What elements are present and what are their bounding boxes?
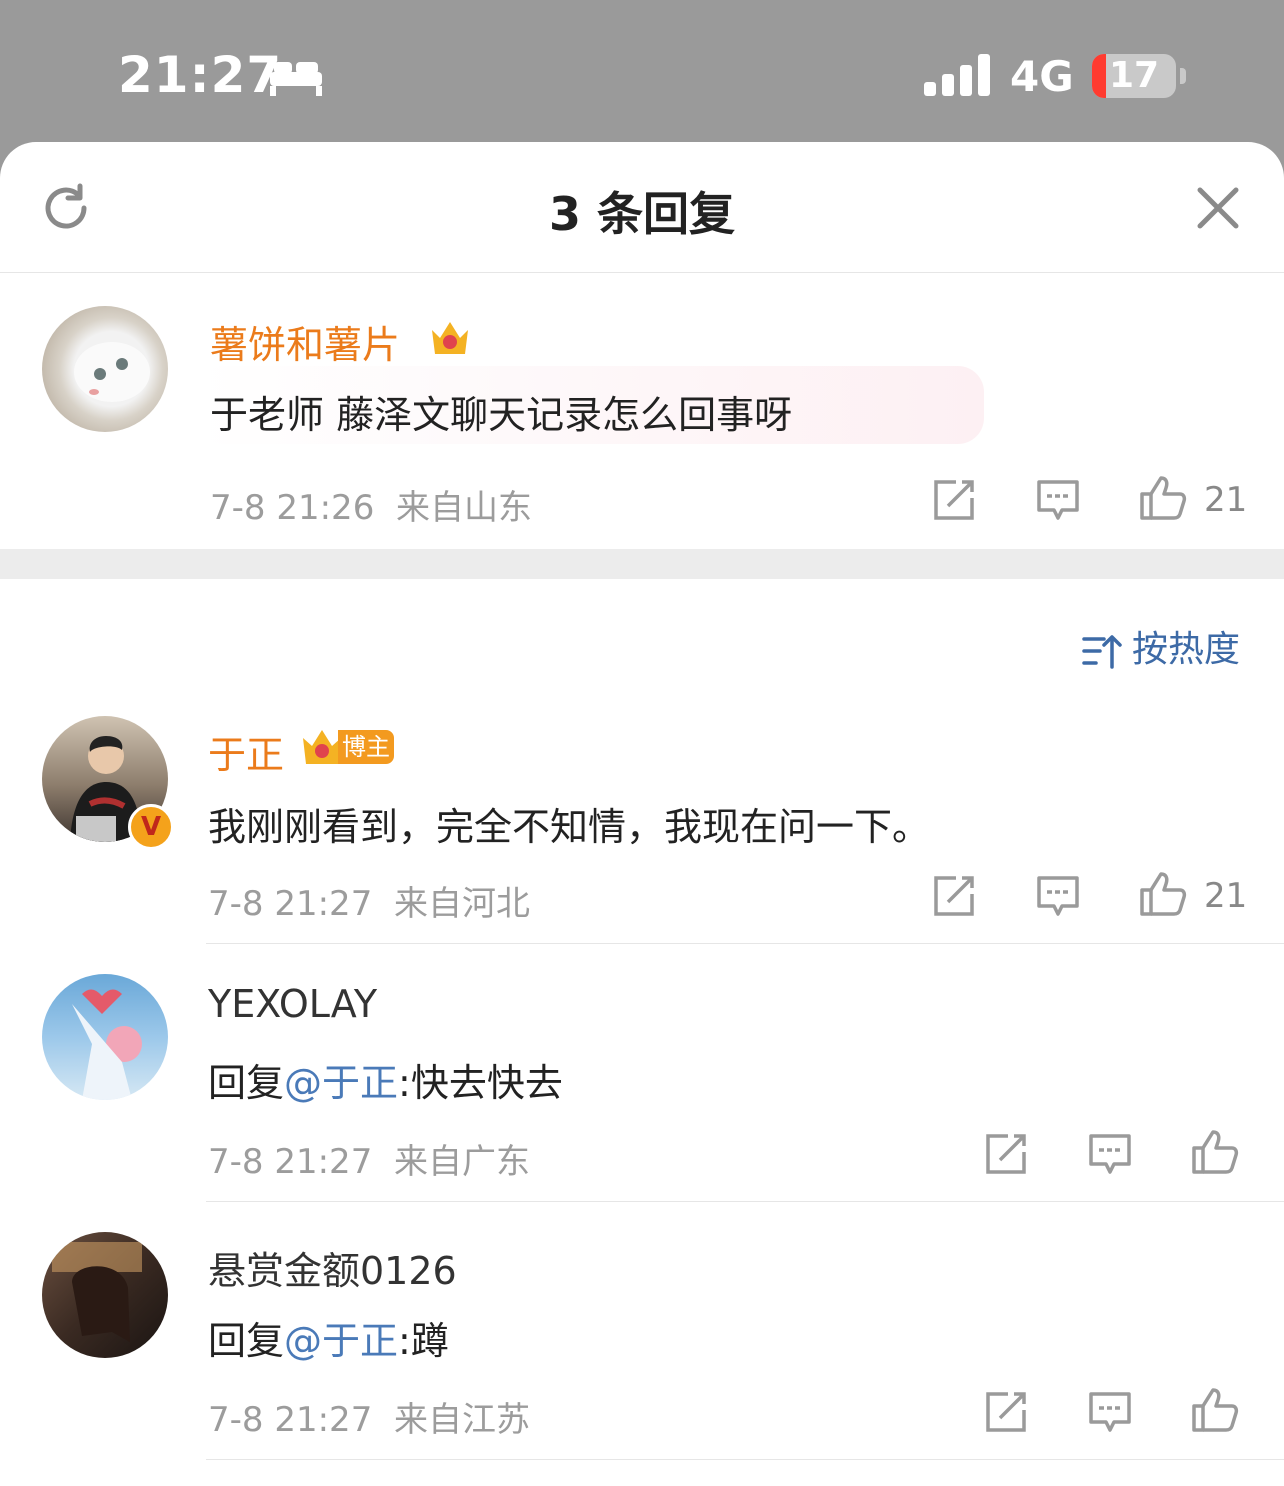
blogger-badge-label: 博主 (338, 730, 394, 764)
reply-text: 我刚刚看到，完全不知情，我现在问一下。 (208, 805, 931, 849)
like-count: 21 (1204, 480, 1248, 520)
comment-location: 来自山东 (395, 488, 532, 528)
battery-indicator: 17 (1092, 54, 1176, 98)
reply-author[interactable]: YEXOLAY (208, 982, 377, 1026)
comment-text: 于老师 藤泽文聊天记录怎么回事呀 (210, 393, 793, 437)
divider (206, 1459, 1284, 1460)
reply-location: 来自河北 (393, 884, 530, 924)
sleep-bed-icon (270, 62, 322, 96)
verified-badge: V (128, 804, 174, 850)
avatar[interactable] (42, 974, 168, 1100)
comment-icon[interactable] (1036, 874, 1080, 918)
repost-icon[interactable] (984, 1390, 1028, 1434)
reply-time: 7-8 21:27 (208, 1400, 373, 1440)
cat-photo (74, 342, 150, 402)
like-count: 21 (1204, 876, 1248, 916)
comment-icon[interactable] (1088, 1132, 1132, 1176)
comment-icon[interactable] (1088, 1390, 1132, 1434)
replies-sheet: 3 条回复 薯饼和薯片 于老师 藤泽文聊天记录怎么回事呀 7-8 21:26 来… (0, 142, 1284, 1486)
crown-icon (432, 322, 468, 354)
mention-link[interactable]: @于正 (284, 1319, 398, 1363)
reply-body: :快去快去 (398, 1061, 563, 1105)
comment-author[interactable]: 薯饼和薯片 (210, 314, 400, 369)
reply-time: 7-8 21:27 (208, 884, 373, 924)
reply-meta: 7-8 21:27 来自河北 (208, 876, 530, 925)
divider (206, 1201, 1284, 1202)
reply-body: :蹲 (398, 1319, 449, 1363)
section-separator (0, 549, 1284, 579)
battery-tip (1180, 68, 1186, 84)
signal-icon (924, 54, 990, 96)
page-title: 3 条回复 (548, 187, 736, 241)
like-icon[interactable] (1190, 1128, 1240, 1176)
comment-meta: 7-8 21:26 来自山东 (210, 480, 532, 529)
like-icon[interactable] (1138, 474, 1188, 522)
comment-time: 7-8 21:26 (210, 488, 375, 528)
reply-location: 来自江苏 (393, 1400, 530, 1440)
battery-level: 17 (1108, 55, 1160, 96)
like-icon[interactable] (1138, 870, 1188, 918)
reply-prefix: 回复 (208, 1061, 285, 1105)
repost-icon[interactable] (984, 1132, 1028, 1176)
avatar[interactable] (42, 306, 168, 432)
sheet-header: 3 条回复 (0, 142, 1284, 273)
reply-text: 回复@于正:蹲 (208, 1310, 449, 1365)
sort-icon (1082, 635, 1122, 669)
reply-time: 7-8 21:27 (208, 1142, 373, 1182)
reply-prefix: 回复 (208, 1319, 285, 1363)
avatar[interactable] (42, 1232, 168, 1358)
reply-meta: 7-8 21:27 来自广东 (208, 1134, 530, 1183)
repost-icon[interactable] (932, 478, 976, 522)
reply-location: 来自广东 (393, 1142, 530, 1182)
mention-link[interactable]: @于正 (284, 1061, 398, 1105)
sort-label: 按热度 (1132, 629, 1241, 670)
reply-author[interactable]: 于正 (208, 724, 284, 779)
reply-author[interactable]: 悬赏金额0126 (208, 1240, 457, 1295)
comment-icon[interactable] (1036, 478, 1080, 522)
repost-icon[interactable] (932, 874, 976, 918)
network-type: 4G (1010, 52, 1074, 101)
like-icon[interactable] (1190, 1386, 1240, 1434)
performer-photo (72, 989, 142, 1100)
person-photo (52, 1242, 142, 1342)
status-bar: 21:27 4G 17 (0, 0, 1284, 150)
close-icon[interactable] (1196, 186, 1240, 230)
status-time: 21:27 (118, 46, 283, 104)
sort-button[interactable]: 按热度 (1082, 620, 1240, 672)
divider (206, 943, 1284, 944)
reply-text: 回复@于正:快去快去 (208, 1052, 563, 1107)
reply-meta: 7-8 21:27 来自江苏 (208, 1392, 530, 1441)
